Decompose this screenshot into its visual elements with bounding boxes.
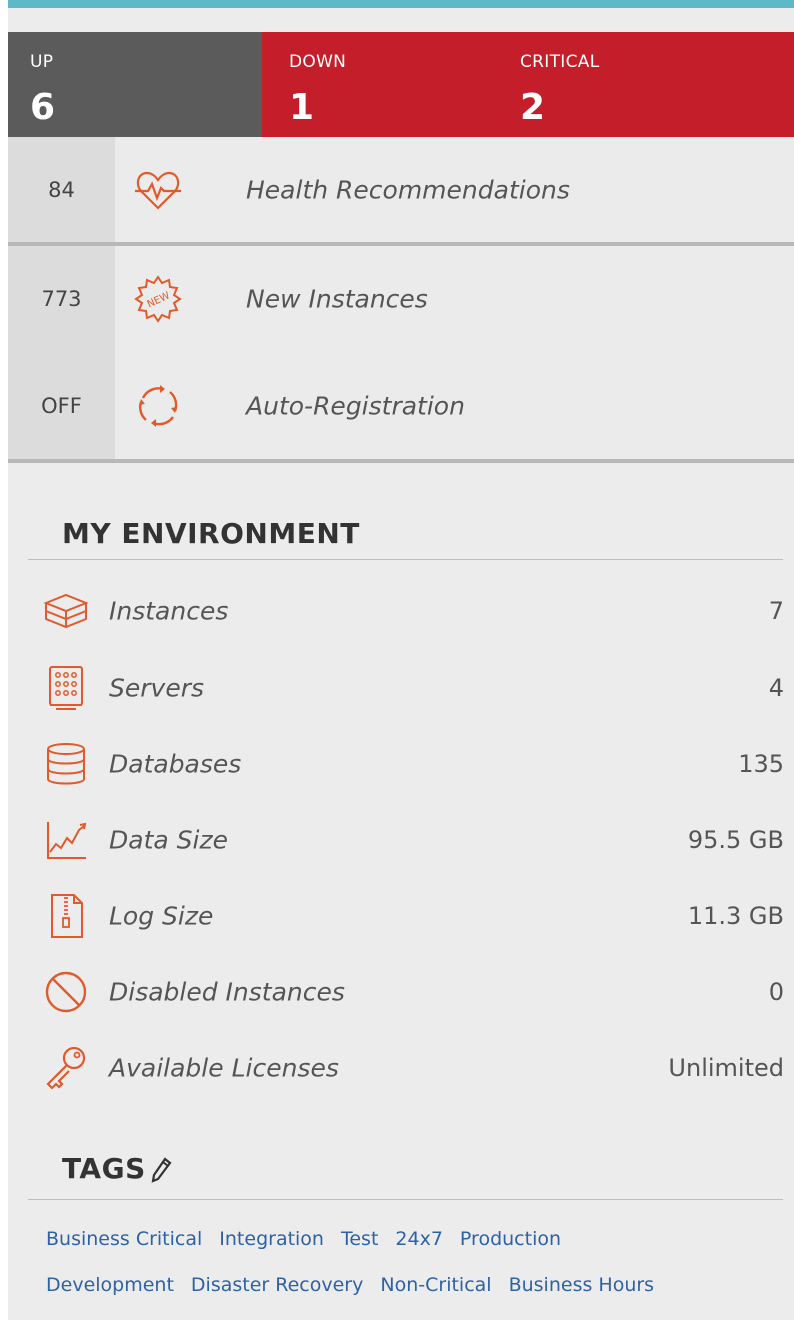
status-critical-label: CRITICAL	[520, 52, 600, 72]
zip-file-icon	[51, 894, 83, 938]
new-badge-icon: NEW	[134, 275, 182, 323]
environment-row-servers[interactable]: Servers 4	[34, 658, 784, 718]
summary-count: 773	[8, 246, 115, 352]
environment-value: 7	[768, 597, 784, 625]
instances-icon	[43, 593, 89, 629]
environment-label: Databases	[109, 749, 242, 779]
environment-title: MY ENVIRONMENT	[62, 517, 360, 550]
database-icon	[47, 743, 85, 785]
environment-label: Log Size	[109, 901, 214, 931]
environment-label: Available Licenses	[109, 1053, 339, 1083]
environment-value: 0	[768, 978, 784, 1006]
pencil-edit-icon[interactable]	[150, 1157, 172, 1183]
environment-value: 135	[738, 750, 784, 778]
summary-row-health[interactable]: 84 Health Recommendations	[8, 137, 794, 242]
status-strip: UP 6 DOWN 1 CRITICAL 2	[8, 32, 794, 137]
refresh-cycle-icon	[139, 384, 178, 427]
environment-label: Disabled Instances	[109, 977, 345, 1007]
summary-label: New Instances	[246, 284, 428, 314]
tags-row: Business Critical Integration Test 24x7 Prod…	[46, 1216, 786, 1262]
environment-value: 4	[768, 674, 784, 702]
tag-link[interactable]: Integration	[219, 1216, 324, 1262]
summary-count: 84	[8, 137, 115, 242]
disabled-icon	[45, 971, 87, 1013]
environment-value: 95.5 GB	[687, 826, 784, 854]
tag-link[interactable]: Test	[341, 1216, 378, 1262]
tags-row: Development Disaster Recovery Non-Critical…	[46, 1262, 786, 1308]
status-critical-value: 2	[520, 87, 546, 128]
tags-divider	[28, 1199, 783, 1200]
environment-row-log-size[interactable]: Log Size 11.3 GB	[34, 886, 784, 946]
key-icon	[46, 1046, 86, 1090]
tag-link[interactable]: Development	[46, 1262, 174, 1308]
divider	[8, 459, 794, 463]
status-up-label: UP	[30, 52, 54, 72]
tag-link[interactable]: Business Critical	[46, 1216, 202, 1262]
environment-divider	[28, 559, 783, 560]
status-up-tile[interactable]: UP 6	[8, 32, 262, 137]
environment-label: Data Size	[109, 825, 228, 855]
status-up-value: 6	[30, 87, 56, 128]
summary-row-auto-registration[interactable]: OFF Auto-Registration	[8, 352, 794, 459]
tags-title-text: TAGS	[62, 1152, 146, 1185]
dashboard-panel: UP 6 DOWN 1 CRITICAL 2 84 Health Recomme…	[8, 0, 794, 1320]
environment-row-instances[interactable]: Instances 7	[34, 581, 784, 641]
svg-text:NEW: NEW	[146, 290, 172, 310]
environment-row-disabled[interactable]: Disabled Instances 0	[34, 962, 784, 1022]
tags-list: Business Critical Integration Test 24x7 Prod…	[46, 1216, 786, 1308]
server-icon	[49, 666, 83, 710]
environment-row-licenses[interactable]: Available Licenses Unlimited	[34, 1038, 784, 1098]
summary-label: Health Recommendations	[246, 175, 570, 204]
environment-value: Unlimited	[668, 1054, 784, 1082]
environment-label: Instances	[109, 596, 229, 626]
environment-label: Servers	[109, 673, 205, 703]
status-problem-tile: DOWN 1 CRITICAL 2	[262, 32, 794, 137]
tag-link[interactable]: Disaster Recovery	[191, 1262, 363, 1308]
top-accent-line	[8, 0, 794, 8]
tag-link[interactable]: Non-Critical	[380, 1262, 491, 1308]
tag-link[interactable]: 24x7	[395, 1216, 443, 1262]
summary-row-new-instances[interactable]: 773 NEW New Instances	[8, 246, 794, 352]
status-down-label: DOWN	[289, 52, 347, 72]
line-chart-icon	[47, 822, 87, 859]
tags-title: TAGS	[62, 1152, 172, 1185]
tag-link[interactable]: Business Hours	[509, 1262, 655, 1308]
summary-label: Auto-Registration	[246, 391, 465, 420]
tag-link[interactable]: Production	[460, 1216, 561, 1262]
summary-count: OFF	[8, 352, 115, 459]
environment-row-data-size[interactable]: Data Size 95.5 GB	[34, 810, 784, 870]
environment-value: 11.3 GB	[687, 902, 784, 930]
heart-pulse-icon	[135, 171, 181, 210]
status-down-value: 1	[289, 87, 315, 128]
environment-row-databases[interactable]: Databases 135	[34, 734, 784, 794]
